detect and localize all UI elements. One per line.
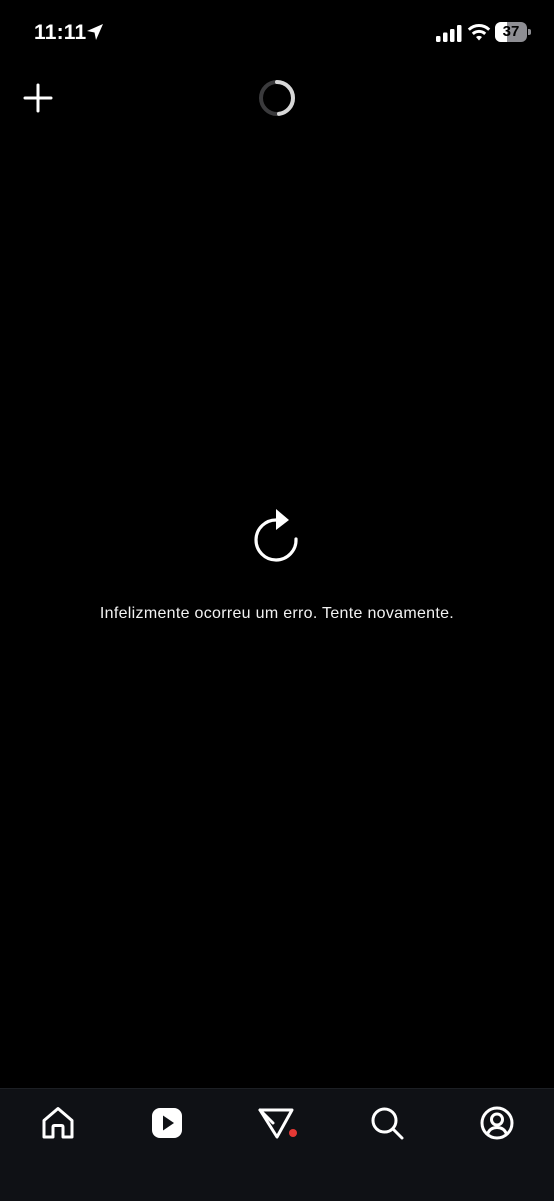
spinner-icon [259, 80, 296, 116]
notification-dot [289, 1129, 297, 1137]
location-arrow-icon [87, 24, 103, 40]
plus-icon[interactable] [20, 80, 56, 116]
battery-level: 37 [502, 23, 520, 40]
battery-icon: 37 [495, 22, 531, 42]
bottom-navigation [0, 1088, 554, 1201]
wifi-icon [467, 23, 491, 41]
home-icon[interactable] [38, 1103, 78, 1143]
cellular-signal-icon [436, 25, 462, 42]
profile-icon[interactable] [477, 1103, 517, 1143]
search-icon[interactable] [367, 1103, 407, 1143]
status-bar: 11:11 37 [0, 0, 554, 62]
paper-plane-icon[interactable] [256, 1103, 296, 1143]
error-message: Infelizmente ocorreu um erro. Tente nova… [99, 605, 455, 622]
play-icon[interactable] [147, 1103, 187, 1143]
status-time: 11:11 [34, 21, 87, 44]
refresh-icon[interactable] [250, 506, 304, 564]
